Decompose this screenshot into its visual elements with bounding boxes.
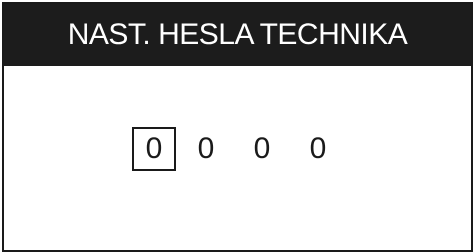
screen-title: NAST. HESLA TECHNIKA	[4, 4, 471, 66]
password-digit-4[interactable]: 0	[296, 127, 340, 171]
password-digits: 0 0 0 0	[132, 126, 352, 172]
display-screen: NAST. HESLA TECHNIKA 0 0 0 0	[2, 2, 473, 252]
password-digit-3[interactable]: 0	[240, 127, 284, 171]
password-digit-1[interactable]: 0	[132, 127, 176, 171]
password-digit-2[interactable]: 0	[184, 127, 228, 171]
